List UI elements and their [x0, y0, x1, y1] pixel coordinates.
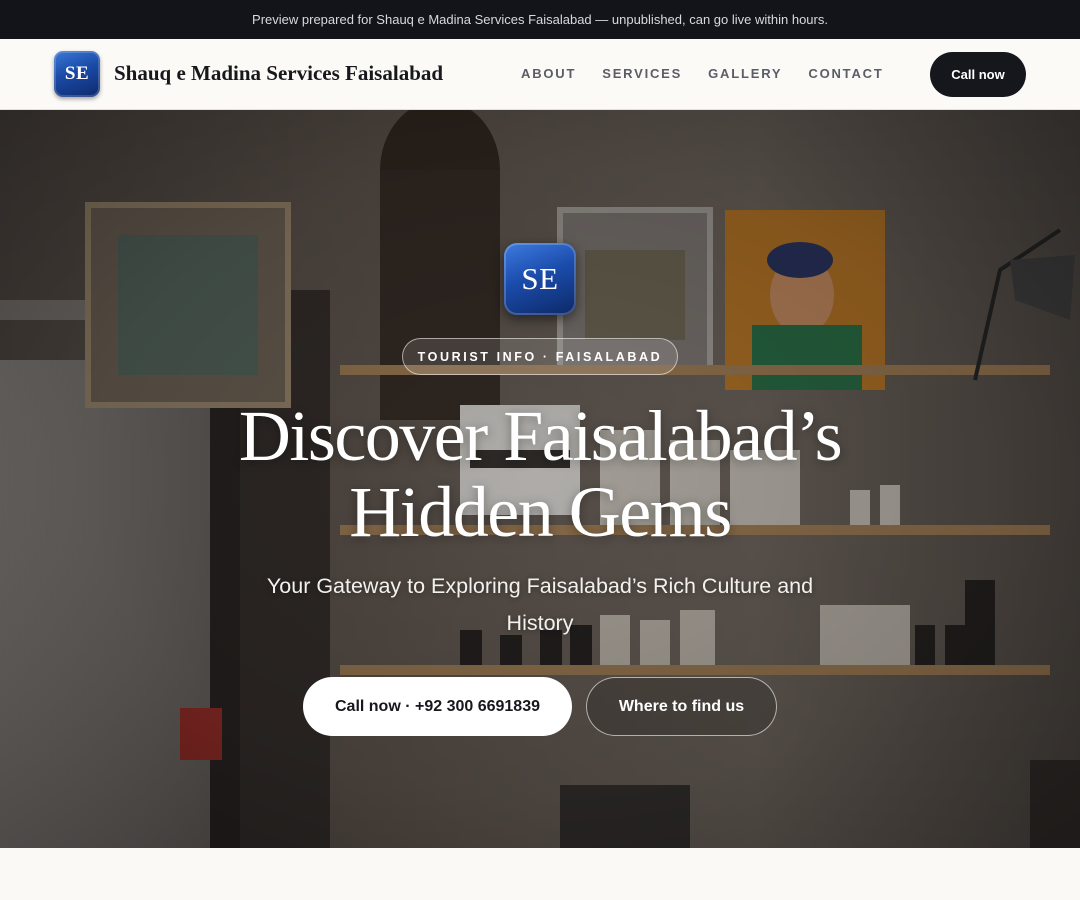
hero-call-button[interactable]: Call now · +92 300 6691839: [303, 677, 572, 736]
nav-link-about[interactable]: ABOUT: [521, 66, 576, 81]
hero-category-badge: TOURIST INFO · FAISALABAD: [402, 338, 678, 375]
announcement-bar: Preview prepared for Shauq e Madina Serv…: [0, 0, 1080, 39]
next-section: [0, 848, 1080, 900]
hero-title-line2: Hidden Gems: [349, 472, 732, 552]
hero-logo-initials: SE: [521, 261, 559, 296]
brand-logo-initials: SE: [64, 63, 90, 84]
main-nav: ABOUT SERVICES GALLERY CONTACT: [521, 66, 884, 81]
nav-link-services[interactable]: SERVICES: [602, 66, 682, 81]
hero-title-line1: Discover Faisalabad’s: [238, 396, 843, 476]
brand-logo[interactable]: SE: [54, 51, 100, 97]
hero-subtitle: Your Gateway to Exploring Faisalabad’s R…: [266, 574, 814, 635]
announcement-text: Preview prepared for Shauq e Madina Serv…: [252, 12, 828, 27]
brand-name[interactable]: Shauq e Madina Services Faisalabad: [114, 61, 443, 86]
nav-link-contact[interactable]: CONTACT: [808, 66, 883, 81]
nav-link-gallery[interactable]: GALLERY: [708, 66, 782, 81]
header-call-button[interactable]: Call now: [930, 52, 1026, 97]
site-header: SE Shauq e Madina Services Faisalabad AB…: [0, 39, 1080, 110]
hero-location-button[interactable]: Where to find us: [586, 677, 777, 736]
hero-title: Discover Faisalabad’s Hidden Gems: [140, 398, 940, 550]
hero-section: SE TOURIST INFO · FAISALABAD Discover Fa…: [0, 110, 1080, 848]
hero-logo: SE: [504, 243, 576, 315]
